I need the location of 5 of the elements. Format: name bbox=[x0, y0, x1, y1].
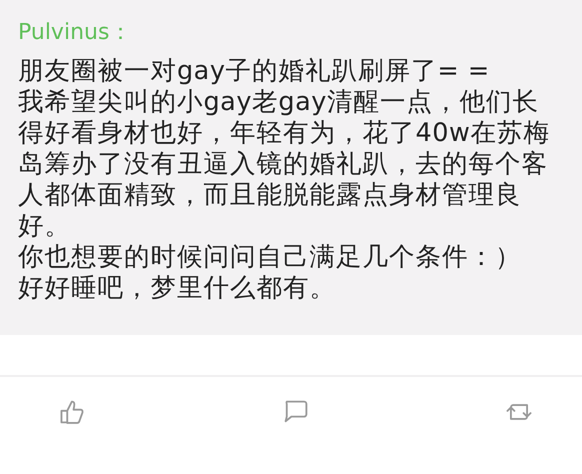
comment-text: 你也想要的时候问问自己满足几个条件：） bbox=[18, 242, 522, 273]
comment-text: 我希望尖叫的小gay老gay清醒一点，他们长得好看身材也好，年轻有为，花了40w在苏梅岛筹办了没有丑逼入镜的婚礼趴，去的每个客人都体面精致，而且能脱能露点身材管理良好。 bbox=[18, 87, 551, 242]
comment-text: 朋友圈被一对gay子的婚礼趴刷屏了= = bbox=[18, 56, 491, 87]
author-name: Pulvinus： bbox=[18, 19, 132, 47]
comment-text: 好好睡吧，梦里什么都有。 bbox=[18, 273, 337, 304]
